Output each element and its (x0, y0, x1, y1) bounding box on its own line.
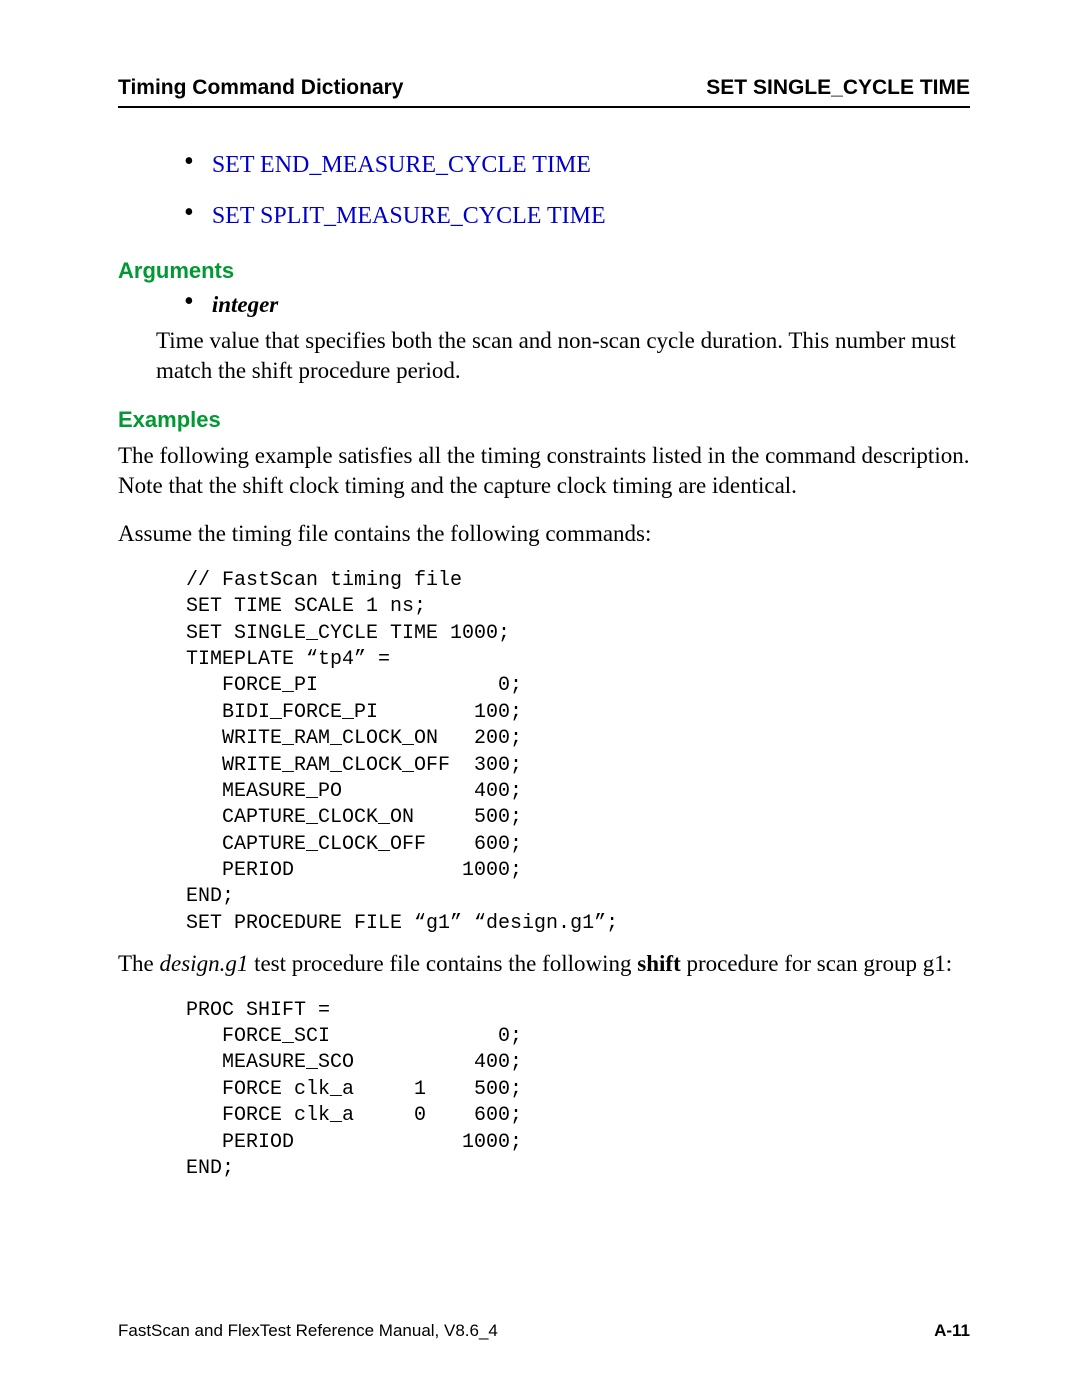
arguments-list: • integer (118, 292, 970, 318)
header-left: Timing Command Dictionary (118, 76, 403, 100)
link-set-split-measure-cycle-time[interactable]: SET SPLIT_MEASURE_CYCLE TIME (212, 203, 606, 230)
header-right: SET SINGLE_CYCLE TIME (706, 76, 970, 100)
footer-page-number: A-11 (934, 1321, 970, 1341)
para3-post: procedure for scan group g1: (681, 951, 952, 976)
para3-pre: The (118, 951, 160, 976)
link-set-end-measure-cycle-time[interactable]: SET END_MEASURE_CYCLE TIME (212, 152, 591, 179)
arg-desc-text-2: procedure period. (293, 358, 461, 383)
list-item: • SET END_MEASURE_CYCLE TIME (184, 152, 970, 179)
page-header: Timing Command Dictionary SET SINGLE_CYC… (118, 76, 970, 108)
bullet-icon: • (184, 203, 194, 223)
examples-para-1: The following example satisfies all the … (118, 441, 970, 502)
examples-para-2: Assume the timing file contains the foll… (118, 519, 970, 549)
list-item: • integer (184, 292, 970, 318)
examples-para-3: The design.g1 test procedure file contai… (118, 949, 970, 979)
para3-mid: test procedure file contains the followi… (248, 951, 637, 976)
arguments-heading: Arguments (118, 258, 970, 284)
arg-desc-bold: shift (252, 358, 293, 383)
code-block-1: // FastScan timing file SET TIME SCALE 1… (186, 568, 970, 937)
code-block-2: PROC SHIFT = FORCE_SCI 0; MEASURE_SCO 40… (186, 998, 970, 1183)
examples-heading: Examples (118, 407, 970, 433)
bullet-icon: • (184, 292, 194, 312)
bullet-icon: • (184, 152, 194, 172)
page-footer: FastScan and FlexTest Reference Manual, … (118, 1321, 970, 1341)
page: Timing Command Dictionary SET SINGLE_CYC… (0, 0, 1080, 1397)
footer-left: FastScan and FlexTest Reference Manual, … (118, 1321, 498, 1341)
para3-bold: shift (637, 951, 680, 976)
top-link-list: • SET END_MEASURE_CYCLE TIME • SET SPLIT… (118, 152, 970, 230)
argument-name: integer (212, 292, 278, 318)
list-item: • SET SPLIT_MEASURE_CYCLE TIME (184, 203, 970, 230)
para3-italic: design.g1 (160, 951, 249, 976)
argument-description: Time value that specifies both the scan … (156, 326, 970, 387)
